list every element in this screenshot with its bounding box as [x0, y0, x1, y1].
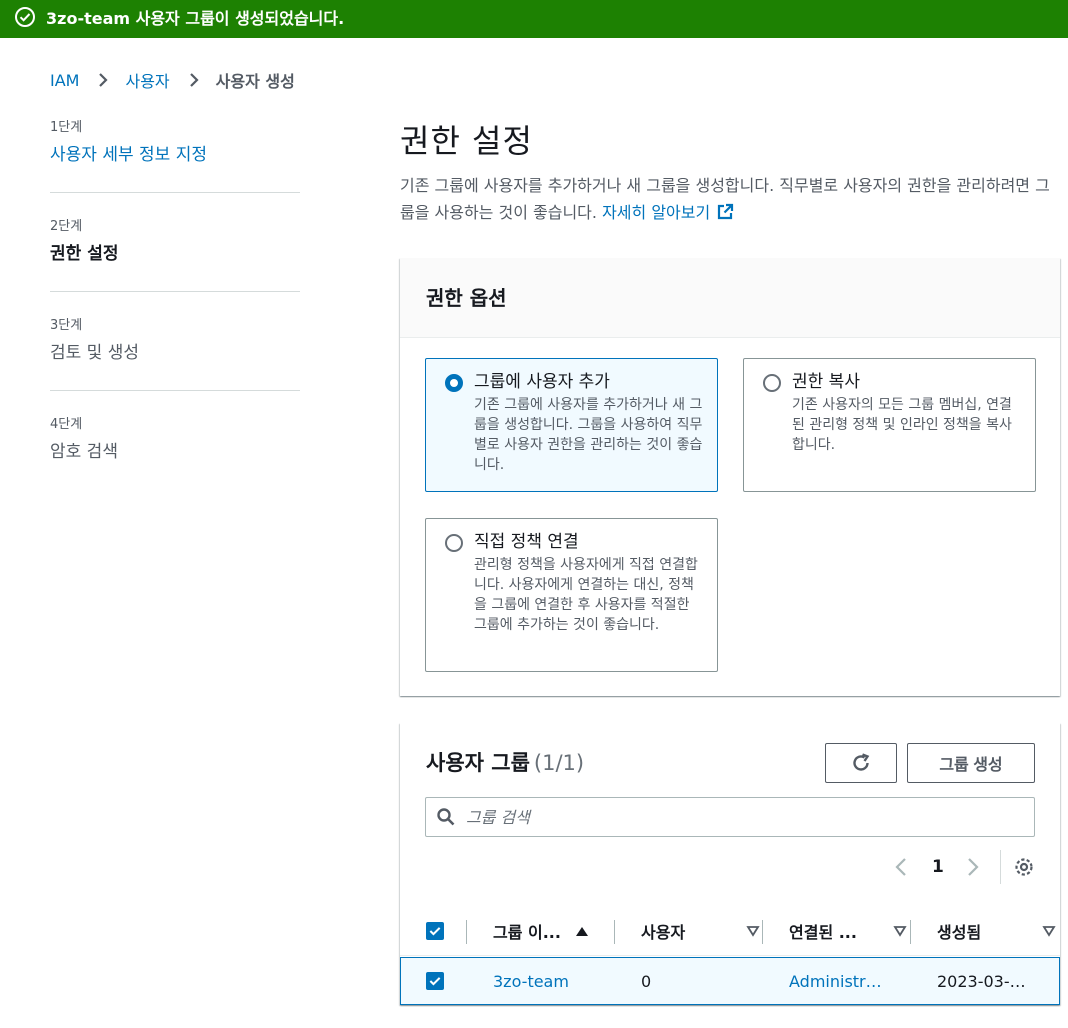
- wizard-steps: 1단계 사용자 세부 정보 지정 2단계 권한 설정 3단계 검토 및 생성 4…: [50, 116, 300, 465]
- table-header: 그룹 이... 사용자 연결된 ... 생성됨: [400, 906, 1060, 956]
- radio-unselected[interactable]: [763, 374, 781, 392]
- panel-header: 권한 옵션: [400, 258, 1060, 338]
- groups-title: 사용자 그룹: [426, 751, 530, 775]
- column-attached-policies[interactable]: 연결된 ...: [789, 906, 857, 956]
- external-link-icon: [716, 203, 734, 221]
- column-separator: [466, 920, 467, 944]
- column-group-name[interactable]: 그룹 이...: [493, 906, 589, 956]
- row-checkbox[interactable]: [426, 972, 444, 990]
- column-label: 사용자: [641, 923, 686, 942]
- option-title: 권한 복사: [792, 372, 860, 392]
- step-number: 1단계: [50, 120, 83, 135]
- create-group-button[interactable]: 그룹 생성: [907, 743, 1035, 783]
- divider: [50, 291, 300, 292]
- refresh-button[interactable]: [825, 743, 897, 783]
- column-separator: [762, 920, 763, 944]
- chevron-left-icon[interactable]: [890, 855, 914, 879]
- step-2: 2단계 권한 설정: [50, 215, 300, 267]
- column-label: 생성됨: [937, 923, 982, 942]
- groups-count: (1/1): [533, 751, 585, 775]
- sort-icon[interactable]: [746, 924, 760, 938]
- group-search: [425, 797, 1035, 837]
- step-3: 3단계 검토 및 생성: [50, 314, 300, 366]
- created-date: 2023-03-…: [937, 971, 1026, 991]
- option-copy-permissions[interactable]: 권한 복사 기존 사용자의 모든 그룹 멤버십, 연결된 관리형 정책 및 인라…: [743, 358, 1036, 492]
- radio-unselected[interactable]: [445, 534, 463, 552]
- option-attach-policy[interactable]: 직접 정책 연결 관리형 정책을 사용자에게 직접 연결합니다. 사용자에게 연…: [425, 518, 718, 672]
- breadcrumb-current: 사용자 생성: [215, 72, 295, 91]
- users-count: 0: [641, 971, 652, 991]
- divider: [50, 192, 300, 193]
- option-description: 기존 그룹에 사용자를 추가하거나 새 그룹을 생성합니다. 그룹을 사용하여 …: [474, 397, 703, 473]
- check-circle-icon: [14, 6, 36, 28]
- table-row[interactable]: 3zo-team 0 Administr… 2023-03-…: [400, 957, 1060, 1005]
- permission-options-panel: 권한 옵션 그룹에 사용자 추가 기존 그룹에 사용자를 추가하거나 새 그룹을…: [400, 258, 1060, 696]
- column-created[interactable]: 생성됨: [937, 906, 981, 956]
- column-separator: [910, 920, 911, 944]
- search-icon: [436, 807, 456, 827]
- refresh-icon: [850, 752, 872, 774]
- option-title: 그룹에 사용자 추가: [474, 372, 610, 392]
- step-title: 검토 및 생성: [50, 343, 140, 363]
- step-title: 암호 검색: [50, 442, 118, 462]
- step-number: 3단계: [50, 318, 83, 333]
- sort-ascending-icon: [575, 924, 589, 938]
- page-title: 권한 설정: [400, 122, 533, 160]
- select-all-checkbox[interactable]: [426, 922, 444, 940]
- policy-link[interactable]: Administr…: [789, 958, 882, 1004]
- divider: [50, 390, 300, 391]
- search-input[interactable]: [466, 807, 1026, 827]
- groups-heading: 사용자 그룹 (1/1): [426, 747, 584, 777]
- step-4: 4단계 암호 검색: [50, 413, 300, 465]
- checkmark-icon: [429, 927, 441, 936]
- page-description: 기존 그룹에 사용자를 추가하거나 새 그룹을 생성합니다. 직무별로 사용자의…: [400, 172, 1060, 226]
- learn-more-link[interactable]: 자세히 알아보기: [602, 203, 734, 222]
- radio-selected[interactable]: [445, 374, 463, 392]
- learn-more-label: 자세히 알아보기: [602, 203, 711, 222]
- chevron-right-icon: [93, 70, 113, 90]
- step-number: 4단계: [50, 417, 83, 432]
- groups-table: 그룹 이... 사용자 연결된 ... 생성됨 3zo-team 0 Admin…: [400, 906, 1060, 1005]
- breadcrumb-users[interactable]: 사용자: [125, 68, 169, 92]
- step-title-link[interactable]: 사용자 세부 정보 지정: [50, 142, 300, 168]
- step-1: 1단계 사용자 세부 정보 지정: [50, 116, 300, 168]
- step-title-current: 권한 설정: [50, 244, 119, 264]
- flash-message: 3zo-team 사용자 그룹이 생성되었습니다.: [46, 9, 345, 28]
- option-title: 직접 정책 연결: [474, 532, 579, 552]
- option-description: 관리형 정책을 사용자에게 직접 연결합니다. 사용자에게 연결하는 대신, 정…: [474, 557, 698, 633]
- chevron-right-icon: [184, 70, 204, 90]
- panel-heading: 권한 옵션: [426, 286, 507, 310]
- option-description: 기존 사용자의 모든 그룹 멤버십, 연결된 관리형 정책 및 인라인 정책을 …: [792, 397, 1012, 453]
- column-separator: [614, 920, 615, 944]
- user-groups-panel: 사용자 그룹(1/1) 그룹 생성 1 그룹 이...: [400, 723, 1060, 1005]
- group-name-link[interactable]: 3zo-team: [493, 958, 569, 1004]
- sort-icon[interactable]: [1042, 924, 1056, 938]
- success-flash-banner: 3zo-team 사용자 그룹이 생성되었습니다.: [0, 0, 1068, 38]
- breadcrumb-iam[interactable]: IAM: [50, 71, 79, 90]
- column-users[interactable]: 사용자: [641, 906, 685, 956]
- step-number: 2단계: [50, 219, 83, 234]
- breadcrumb: IAM 사용자 사용자 생성: [50, 68, 295, 92]
- checkmark-icon: [429, 977, 441, 986]
- divider: [999, 850, 1001, 884]
- option-add-to-group[interactable]: 그룹에 사용자 추가 기존 그룹에 사용자를 추가하거나 새 그룹을 생성합니다…: [425, 358, 718, 492]
- pagination: 1: [890, 850, 1035, 884]
- page-number[interactable]: 1: [932, 857, 944, 877]
- column-label: 그룹 이...: [493, 923, 561, 942]
- chevron-right-icon[interactable]: [960, 855, 984, 879]
- sort-icon[interactable]: [893, 924, 907, 938]
- column-label: 연결된 ...: [789, 923, 857, 942]
- gear-icon[interactable]: [1013, 856, 1035, 878]
